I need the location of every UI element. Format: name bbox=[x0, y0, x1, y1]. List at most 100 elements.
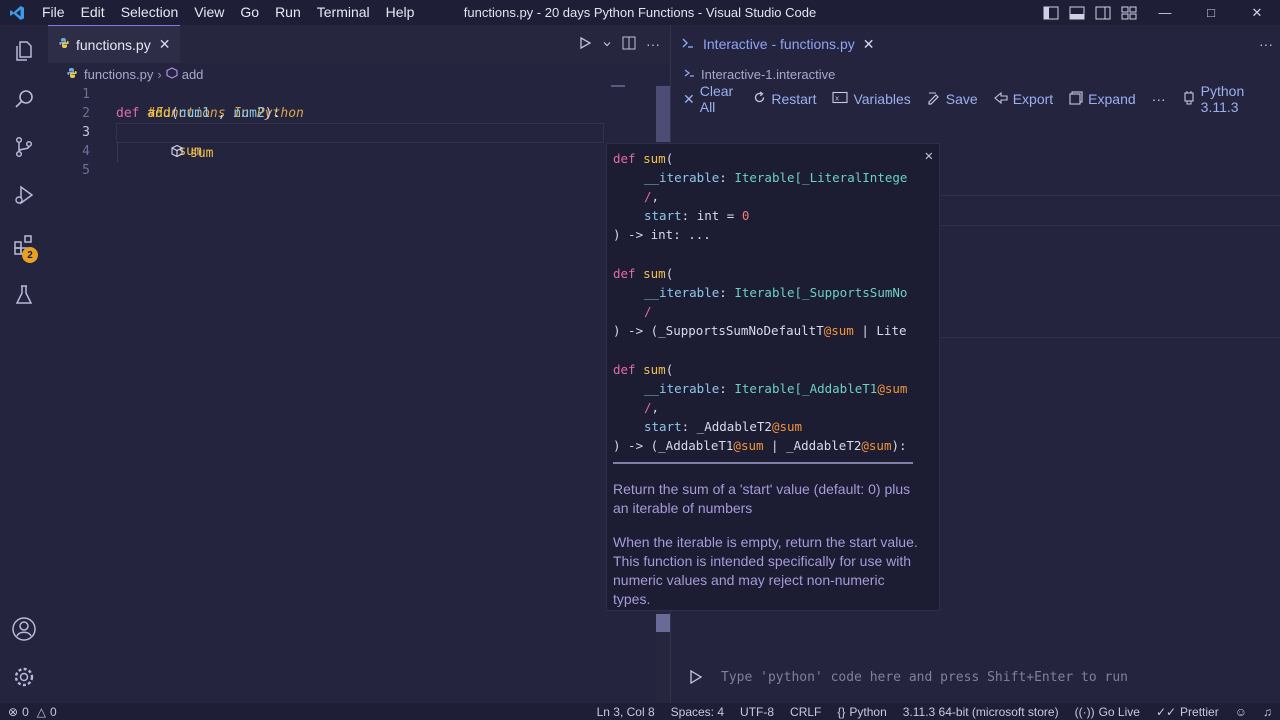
restart-label: Restart bbox=[771, 91, 817, 107]
close-tab-icon[interactable]: ✕ bbox=[159, 36, 171, 53]
minimize-button[interactable]: — bbox=[1142, 0, 1188, 25]
close-icon[interactable]: ✕ bbox=[925, 148, 933, 164]
menu-help[interactable]: Help bbox=[378, 0, 423, 25]
param: __iterable bbox=[644, 285, 720, 300]
source-control-icon[interactable] bbox=[0, 123, 48, 171]
line-ending[interactable]: CRLF bbox=[782, 705, 829, 719]
run-cell-icon[interactable] bbox=[671, 669, 721, 685]
feedback-icon[interactable]: ☺ bbox=[1227, 705, 1255, 719]
scrollbar-thumb[interactable] bbox=[656, 86, 670, 142]
more-toolbar-button[interactable]: ··· bbox=[1152, 91, 1166, 107]
indentation[interactable]: Spaces: 4 bbox=[663, 705, 732, 719]
colon: : bbox=[719, 285, 735, 300]
return-type: | _AddableT2 bbox=[763, 438, 862, 453]
encoding[interactable]: UTF-8 bbox=[732, 705, 782, 719]
interactive-tab-bar: Interactive - functions.py ✕ ··· bbox=[671, 25, 1280, 63]
warning-count: 0 bbox=[49, 704, 57, 719]
minimap-slider[interactable] bbox=[611, 85, 625, 87]
repl-input-bar bbox=[671, 655, 1280, 699]
kernel-label: Python 3.11.3 bbox=[1200, 83, 1245, 115]
cursor-position[interactable]: Ln 3, Col 8 bbox=[589, 705, 663, 719]
prettier-button[interactable]: ✓✓ Prettier bbox=[1148, 705, 1227, 719]
scrollbar-marker bbox=[656, 614, 670, 632]
maximize-button[interactable]: □ bbox=[1188, 0, 1234, 25]
menu-terminal[interactable]: Terminal bbox=[309, 0, 378, 25]
function-name: sum bbox=[643, 362, 666, 377]
go-live-label: Go Live bbox=[1098, 704, 1140, 719]
function-name: sum bbox=[643, 266, 666, 281]
slash: / bbox=[644, 304, 652, 319]
notifications-bell-icon[interactable]: ♫ bbox=[1255, 705, 1280, 719]
go-live-button[interactable]: ((·)) Go Live bbox=[1067, 705, 1148, 719]
signature-line: ) -> (_SupportsSumNoDefaultT@sum | Lite bbox=[613, 321, 907, 340]
type: Iterable[_LiteralIntege bbox=[734, 170, 908, 185]
save-icon bbox=[927, 91, 941, 108]
menu-edit[interactable]: Edit bbox=[73, 0, 113, 25]
close-tab-icon[interactable]: ✕ bbox=[863, 36, 875, 53]
toggle-primary-sidebar-icon[interactable] bbox=[1038, 0, 1064, 25]
keyword: def bbox=[613, 362, 636, 377]
toggle-panel-icon[interactable] bbox=[1064, 0, 1090, 25]
python-interpreter[interactable]: 3.11.3 64-bit (microsoft store) bbox=[895, 705, 1067, 719]
menu-view[interactable]: View bbox=[186, 0, 232, 25]
activity-bar: 2 bbox=[0, 25, 48, 703]
interactive-file-name[interactable]: Interactive-1.interactive bbox=[701, 67, 835, 82]
tab-interactive[interactable]: Interactive - functions.py ✕ bbox=[671, 25, 884, 63]
signature-line: /, bbox=[644, 398, 659, 417]
customize-layout-icon[interactable] bbox=[1116, 0, 1142, 25]
scope-marker: @sum bbox=[733, 438, 764, 453]
tab-label: functions.py bbox=[76, 36, 151, 53]
export-button[interactable]: Export bbox=[993, 91, 1054, 108]
suggestion-item[interactable]: sum bbox=[170, 143, 213, 163]
symbol-method-icon bbox=[170, 144, 184, 162]
tab-functions-py[interactable]: functions.py ✕ bbox=[48, 25, 181, 63]
colon: : bbox=[719, 170, 735, 185]
run-debug-icon[interactable] bbox=[0, 171, 48, 219]
run-python-file-icon[interactable] bbox=[578, 36, 592, 53]
variables-button[interactable]: x Variables bbox=[832, 91, 911, 107]
comma: , bbox=[651, 400, 660, 415]
restart-button[interactable]: Restart bbox=[753, 91, 816, 107]
clear-all-button[interactable]: ✕ Clear All bbox=[683, 83, 737, 115]
menu-go[interactable]: Go bbox=[232, 0, 267, 25]
keyword: def bbox=[613, 266, 636, 281]
more-actions-icon[interactable]: ··· bbox=[646, 36, 660, 52]
save-button[interactable]: Save bbox=[927, 91, 978, 108]
breadcrumb-symbol[interactable]: add bbox=[182, 67, 204, 82]
close-window-button[interactable]: ✕ bbox=[1234, 0, 1280, 25]
tab-label: Interactive - functions.py bbox=[703, 36, 855, 52]
testing-flask-icon[interactable] bbox=[0, 271, 48, 319]
language-label: Python bbox=[849, 704, 887, 719]
suggestion-label: sum bbox=[190, 145, 214, 161]
extensions-icon[interactable] bbox=[0, 221, 48, 269]
language-mode[interactable]: {} Python bbox=[829, 705, 894, 719]
explorer-icon[interactable] bbox=[0, 27, 48, 75]
code-line-2: def add(num1 , num2): bbox=[116, 104, 280, 123]
split-editor-icon[interactable] bbox=[622, 36, 636, 53]
kernel-picker[interactable]: Python 3.11.3 bbox=[1182, 83, 1264, 115]
menu-file[interactable]: File bbox=[34, 0, 73, 25]
signature-line: ) -> int: ... bbox=[613, 225, 711, 244]
cell-divider bbox=[941, 225, 1280, 226]
breadcrumb-file[interactable]: functions.py bbox=[84, 67, 153, 82]
more-actions-icon[interactable]: ··· bbox=[1259, 25, 1273, 63]
expand-button[interactable]: Expand bbox=[1069, 90, 1136, 108]
search-icon[interactable] bbox=[0, 75, 48, 123]
code-editor[interactable]: 1 2 3 4 5 #Functions In Python def add(n… bbox=[48, 85, 656, 703]
manage-gear-icon[interactable] bbox=[0, 653, 48, 701]
function-name: add bbox=[147, 106, 171, 121]
open-paren: ( bbox=[170, 106, 179, 121]
python-file-icon bbox=[66, 67, 78, 82]
prettier-label: Prettier bbox=[1180, 704, 1219, 719]
problems-indicator[interactable]: ⊗ 0 △ 0 bbox=[0, 705, 65, 719]
type: Iterable[_AddableT1 bbox=[734, 381, 878, 396]
chevron-down-icon[interactable] bbox=[602, 37, 612, 52]
menu-run[interactable]: Run bbox=[267, 0, 309, 25]
account-icon[interactable] bbox=[0, 605, 48, 653]
repl-input[interactable] bbox=[721, 669, 1241, 685]
return-type: | Lite bbox=[853, 323, 907, 338]
export-label: Export bbox=[1012, 91, 1054, 107]
menu-selection[interactable]: Selection bbox=[113, 0, 187, 25]
colon: : bbox=[719, 381, 735, 396]
toggle-secondary-sidebar-icon[interactable] bbox=[1090, 0, 1116, 25]
